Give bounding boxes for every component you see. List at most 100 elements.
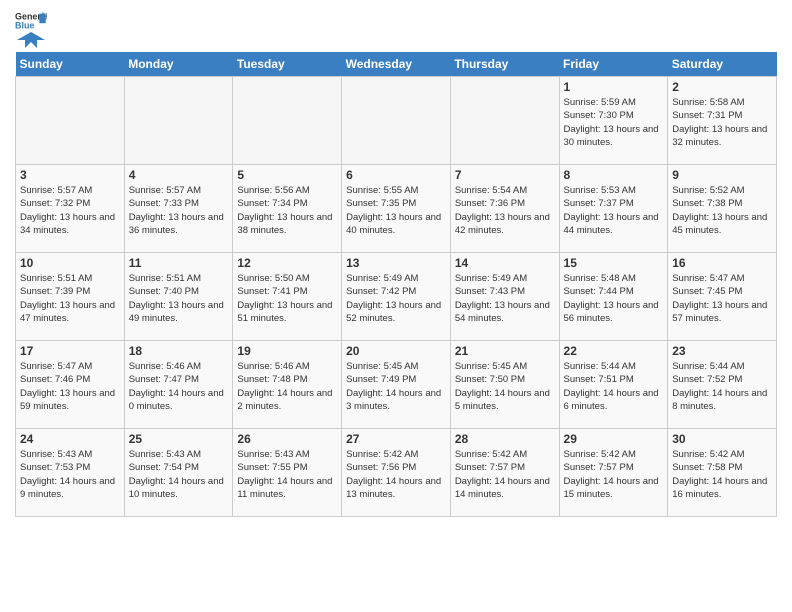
- day-number: 13: [346, 256, 446, 270]
- weekday-header-thursday: Thursday: [450, 52, 559, 77]
- page-header: General Blue: [15, 10, 777, 44]
- day-number: 18: [129, 344, 229, 358]
- day-info: Sunrise: 5:42 AMSunset: 7:58 PMDaylight:…: [672, 448, 772, 501]
- day-number: 3: [20, 168, 120, 182]
- day-info: Sunrise: 5:45 AMSunset: 7:49 PMDaylight:…: [346, 360, 446, 413]
- weekday-header-friday: Friday: [559, 52, 668, 77]
- day-info: Sunrise: 5:43 AMSunset: 7:53 PMDaylight:…: [20, 448, 120, 501]
- day-number: 29: [564, 432, 664, 446]
- day-cell: 19 Sunrise: 5:46 AMSunset: 7:48 PMDayligh…: [233, 341, 342, 429]
- day-cell: 8Sunrise: 5:53 AMSunset: 7:37 PMDaylight…: [559, 165, 668, 253]
- week-row-2: 3 Sunrise: 5:57 AMSunset: 7:32 PMDaylight…: [16, 165, 777, 253]
- day-info: Sunrise: 5:44 AMSunset: 7:52 PMDaylight:…: [672, 360, 772, 413]
- day-cell: 12 Sunrise: 5:50 AMSunset: 7:41 PMDayligh…: [233, 253, 342, 341]
- day-number: 23: [672, 344, 772, 358]
- day-cell: 27 Sunrise: 5:42 AMSunset: 7:56 PMDayligh…: [342, 429, 451, 517]
- day-number: 27: [346, 432, 446, 446]
- weekday-header-wednesday: Wednesday: [342, 52, 451, 77]
- day-number: 8: [564, 168, 664, 182]
- logo-bird: [17, 30, 45, 48]
- day-number: 26: [237, 432, 337, 446]
- weekday-header-monday: Monday: [124, 52, 233, 77]
- header-row: SundayMondayTuesdayWednesdayThursdayFrid…: [16, 52, 777, 77]
- day-info: Sunrise: 5:57 AMSunset: 7:33 PMDaylight:…: [129, 184, 229, 237]
- day-number: 15: [564, 256, 664, 270]
- day-info: Sunrise: 5:58 AMSunset: 7:31 PMDaylight:…: [672, 96, 772, 149]
- day-number: 14: [455, 256, 555, 270]
- day-info: Sunrise: 5:47 AMSunset: 7:46 PMDaylight:…: [20, 360, 120, 413]
- day-number: 21: [455, 344, 555, 358]
- day-info: Sunrise: 5:52 AMSunset: 7:38 PMDaylight:…: [672, 184, 772, 237]
- day-cell: 9 Sunrise: 5:52 AMSunset: 7:38 PMDaylight…: [668, 165, 777, 253]
- day-cell: 29Sunrise: 5:42 AMSunset: 7:57 PMDayligh…: [559, 429, 668, 517]
- day-info: Sunrise: 5:46 AMSunset: 7:47 PMDaylight:…: [129, 360, 229, 413]
- day-number: 16: [672, 256, 772, 270]
- day-number: 4: [129, 168, 229, 182]
- day-number: 9: [672, 168, 772, 182]
- day-number: 17: [20, 344, 120, 358]
- day-cell: 6Sunrise: 5:55 AMSunset: 7:35 PMDaylight…: [342, 165, 451, 253]
- day-cell: [16, 77, 125, 165]
- day-number: 19: [237, 344, 337, 358]
- day-number: 7: [455, 168, 555, 182]
- day-number: 2: [672, 80, 772, 94]
- day-cell: 16 Sunrise: 5:47 AMSunset: 7:45 PMDayligh…: [668, 253, 777, 341]
- day-info: Sunrise: 5:49 AMSunset: 7:42 PMDaylight:…: [346, 272, 446, 325]
- day-cell: 28Sunrise: 5:42 AMSunset: 7:57 PMDayligh…: [450, 429, 559, 517]
- day-number: 30: [672, 432, 772, 446]
- day-info: Sunrise: 5:57 AMSunset: 7:32 PMDaylight:…: [20, 184, 120, 237]
- day-info: Sunrise: 5:47 AMSunset: 7:45 PMDaylight:…: [672, 272, 772, 325]
- week-row-5: 24 Sunrise: 5:43 AMSunset: 7:53 PMDayligh…: [16, 429, 777, 517]
- day-info: Sunrise: 5:51 AMSunset: 7:39 PMDaylight:…: [20, 272, 120, 325]
- day-cell: [124, 77, 233, 165]
- day-cell: 30 Sunrise: 5:42 AMSunset: 7:58 PMDayligh…: [668, 429, 777, 517]
- logo: General Blue: [15, 10, 47, 44]
- day-cell: 4 Sunrise: 5:57 AMSunset: 7:33 PMDaylight…: [124, 165, 233, 253]
- day-info: Sunrise: 5:46 AMSunset: 7:48 PMDaylight:…: [237, 360, 337, 413]
- day-info: Sunrise: 5:49 AMSunset: 7:43 PMDaylight:…: [455, 272, 555, 325]
- day-info: Sunrise: 5:56 AMSunset: 7:34 PMDaylight:…: [237, 184, 337, 237]
- day-number: 10: [20, 256, 120, 270]
- day-number: 12: [237, 256, 337, 270]
- day-cell: 7 Sunrise: 5:54 AMSunset: 7:36 PMDaylight…: [450, 165, 559, 253]
- logo-icon: General Blue: [15, 10, 47, 30]
- day-cell: 14 Sunrise: 5:49 AMSunset: 7:43 PMDayligh…: [450, 253, 559, 341]
- week-row-3: 10 Sunrise: 5:51 AMSunset: 7:39 PMDayligh…: [16, 253, 777, 341]
- weekday-header-tuesday: Tuesday: [233, 52, 342, 77]
- weekday-header-sunday: Sunday: [16, 52, 125, 77]
- day-number: 24: [20, 432, 120, 446]
- day-cell: 17 Sunrise: 5:47 AMSunset: 7:46 PMDayligh…: [16, 341, 125, 429]
- day-info: Sunrise: 5:50 AMSunset: 7:41 PMDaylight:…: [237, 272, 337, 325]
- day-number: 20: [346, 344, 446, 358]
- day-cell: 3 Sunrise: 5:57 AMSunset: 7:32 PMDaylight…: [16, 165, 125, 253]
- svg-text:Blue: Blue: [15, 20, 34, 30]
- day-cell: 1 Sunrise: 5:59 AMSunset: 7:30 PMDaylight…: [559, 77, 668, 165]
- week-row-4: 17 Sunrise: 5:47 AMSunset: 7:46 PMDayligh…: [16, 341, 777, 429]
- day-info: Sunrise: 5:59 AMSunset: 7:30 PMDaylight:…: [564, 96, 664, 149]
- day-cell: [233, 77, 342, 165]
- day-info: Sunrise: 5:51 AMSunset: 7:40 PMDaylight:…: [129, 272, 229, 325]
- day-cell: 21 Sunrise: 5:45 AMSunset: 7:50 PMDayligh…: [450, 341, 559, 429]
- day-info: Sunrise: 5:43 AMSunset: 7:54 PMDaylight:…: [129, 448, 229, 501]
- day-cell: 11 Sunrise: 5:51 AMSunset: 7:40 PMDayligh…: [124, 253, 233, 341]
- day-cell: 25 Sunrise: 5:43 AMSunset: 7:54 PMDayligh…: [124, 429, 233, 517]
- day-cell: 18 Sunrise: 5:46 AMSunset: 7:47 PMDayligh…: [124, 341, 233, 429]
- day-cell: 26 Sunrise: 5:43 AMSunset: 7:55 PMDayligh…: [233, 429, 342, 517]
- day-info: Sunrise: 5:55 AMSunset: 7:35 PMDaylight:…: [346, 184, 446, 237]
- day-info: Sunrise: 5:45 AMSunset: 7:50 PMDaylight:…: [455, 360, 555, 413]
- day-info: Sunrise: 5:42 AMSunset: 7:56 PMDaylight:…: [346, 448, 446, 501]
- day-number: 25: [129, 432, 229, 446]
- day-number: 28: [455, 432, 555, 446]
- day-cell: 15 Sunrise: 5:48 AMSunset: 7:44 PMDayligh…: [559, 253, 668, 341]
- calendar-table: SundayMondayTuesdayWednesdayThursdayFrid…: [15, 52, 777, 517]
- day-cell: 10 Sunrise: 5:51 AMSunset: 7:39 PMDayligh…: [16, 253, 125, 341]
- day-info: Sunrise: 5:48 AMSunset: 7:44 PMDaylight:…: [564, 272, 664, 325]
- day-info: Sunrise: 5:54 AMSunset: 7:36 PMDaylight:…: [455, 184, 555, 237]
- day-cell: 13 Sunrise: 5:49 AMSunset: 7:42 PMDayligh…: [342, 253, 451, 341]
- day-info: Sunrise: 5:43 AMSunset: 7:55 PMDaylight:…: [237, 448, 337, 501]
- day-number: 1: [564, 80, 664, 94]
- day-cell: 20 Sunrise: 5:45 AMSunset: 7:49 PMDayligh…: [342, 341, 451, 429]
- day-number: 11: [129, 256, 229, 270]
- weekday-header-saturday: Saturday: [668, 52, 777, 77]
- day-cell: 24 Sunrise: 5:43 AMSunset: 7:53 PMDayligh…: [16, 429, 125, 517]
